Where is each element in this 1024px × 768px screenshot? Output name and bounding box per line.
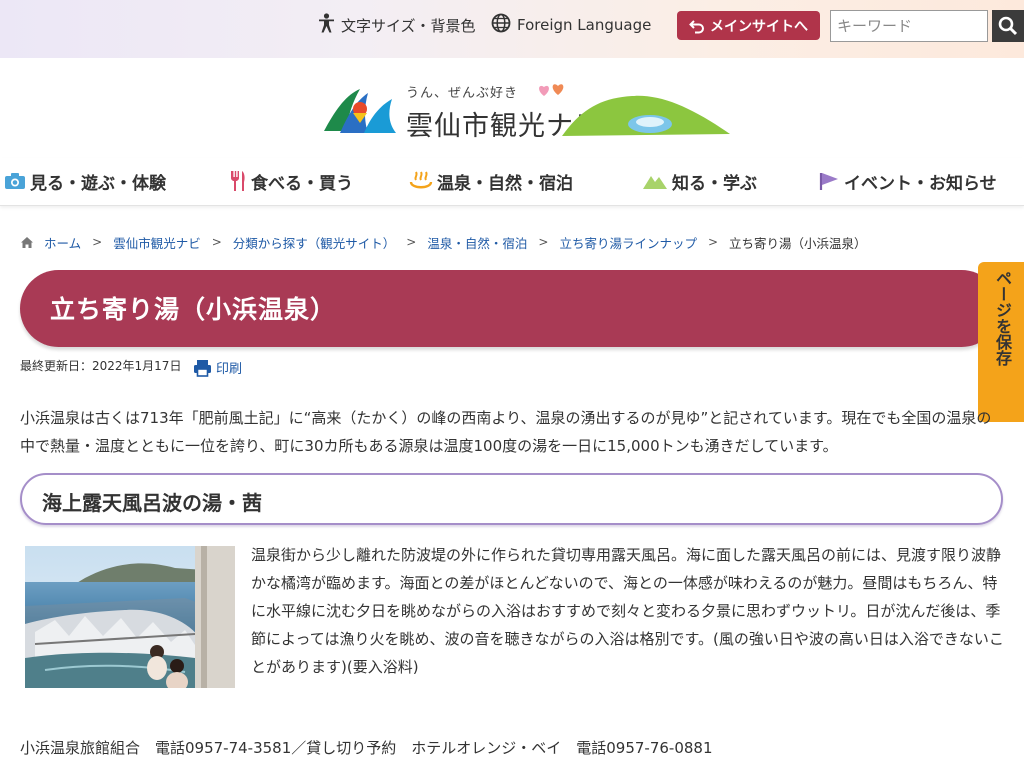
breadcrumb-link-home[interactable]: ホーム (44, 233, 81, 252)
hill-onsen-illustration-icon (562, 95, 730, 136)
page-title: 立ち寄り湯（小浜温泉） (50, 295, 337, 324)
foreign-language-link[interactable]: Foreign Language (491, 12, 651, 38)
fork-knife-icon (229, 170, 247, 192)
search-button[interactable] (992, 10, 1024, 42)
breadcrumb-separator: > (538, 235, 549, 249)
nav-label: 見る・遊ぶ・体験 (30, 173, 166, 194)
text-size-label: 文字サイズ・背景色 (341, 16, 476, 35)
search-icon (998, 16, 1018, 36)
nav-item-see-play[interactable]: 見る・遊ぶ・体験 (4, 166, 166, 196)
global-nav: 見る・遊ぶ・体験 食べる・買う 温泉・自然・宿泊 知る・学ぶ イベント・お知らせ (0, 158, 1024, 206)
breadcrumb-link-unzen-navi[interactable]: 雲仙市観光ナビ (113, 233, 201, 252)
last-updated: 最終更新日：2022年1月17日 (20, 359, 182, 373)
flag-icon (818, 171, 840, 191)
contact-info: 小浜温泉旅館組合 電話0957-74-3581／貸し切り予約 ホテルオレンジ・ベ… (20, 739, 713, 757)
nav-label: イベント・お知らせ (844, 173, 997, 194)
nav-label: 食べる・買う (251, 173, 353, 194)
breadcrumb-current: 立ち寄り湯（小浜温泉） (729, 235, 867, 251)
main-site-button[interactable]: メインサイトへ (677, 11, 820, 40)
breadcrumb-link-category[interactable]: 分類から探す（観光サイト） (233, 233, 396, 252)
breadcrumb-separator: > (707, 235, 719, 249)
save-page-tab[interactable]: ページを保存 (978, 262, 1024, 422)
nav-item-events-news[interactable]: イベント・お知らせ (818, 166, 997, 196)
unzen-mountain-logo-icon (324, 89, 396, 133)
breadcrumb-link-onsen-nature[interactable]: 温泉・自然・宿泊 (427, 233, 527, 252)
nav-label: 知る・学ぶ (672, 173, 757, 194)
breadcrumb-separator: > (92, 235, 103, 249)
section-description: 温泉街から少し離れた防波堤の外に作られた貸切専用露天風呂。海に面した露天風呂の前… (251, 546, 1004, 676)
printer-icon (194, 359, 211, 377)
hot-spring-icon (409, 171, 433, 191)
mountain-icon (642, 172, 668, 190)
nav-item-know-learn[interactable]: 知る・学ぶ (642, 166, 757, 196)
breadcrumb-link-lineup[interactable]: 立ち寄り湯ラインナップ (559, 233, 697, 252)
print-button[interactable]: 印刷 (193, 358, 242, 377)
home-icon (21, 236, 33, 248)
nav-label: 温泉・自然・宿泊 (437, 173, 573, 194)
save-page-label: ページを保存 (993, 270, 1012, 366)
site-logo[interactable]: うん、ぜんぶ好き 雲仙市観光ナビ (322, 78, 732, 142)
return-arrow-icon (689, 19, 704, 33)
person-icon (318, 13, 335, 37)
globe-icon (491, 13, 511, 37)
nav-item-eat-buy[interactable]: 食べる・買う (229, 166, 353, 196)
onsen-photo (25, 546, 235, 688)
nav-item-onsen-nature[interactable]: 温泉・自然・宿泊 (409, 166, 573, 196)
page-title-band: 立ち寄り湯（小浜温泉） (20, 270, 1000, 347)
search-input[interactable] (830, 10, 988, 42)
section-heading: 海上露天風呂波の湯・茜 (42, 491, 262, 515)
breadcrumb-separator: > (211, 235, 222, 249)
breadcrumb-separator: > (406, 235, 417, 249)
main-site-label: メインサイトへ (710, 18, 808, 35)
print-label: 印刷 (216, 362, 243, 377)
logo-tagline: うん、ぜんぶ好き (406, 86, 519, 101)
section-heading-box: 海上露天風呂波の湯・茜 (20, 473, 1003, 525)
intro-text: 小浜温泉は古くは713年「肥前風土記」に“高来（たかく）の峰の西南より、温泉の湧… (20, 409, 992, 455)
camera-icon (4, 172, 26, 190)
top-utility-bar: 文字サイズ・背景色 Foreign Language メインサイトへ (0, 0, 1024, 58)
breadcrumb: ホーム > 雲仙市観光ナビ > 分類から探す（観光サイト） > 温泉・自然・宿泊… (20, 232, 867, 252)
text-size-link[interactable]: 文字サイズ・背景色 (318, 12, 476, 38)
foreign-language-label: Foreign Language (517, 16, 652, 34)
